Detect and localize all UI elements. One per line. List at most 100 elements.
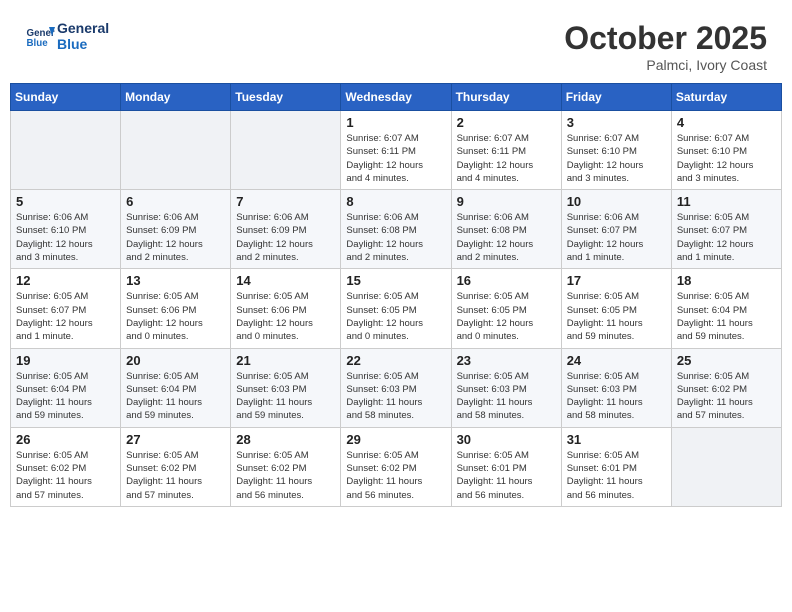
calendar-week-row: 12Sunrise: 6:05 AM Sunset: 6:07 PM Dayli… <box>11 269 782 348</box>
calendar-cell: 26 Sunrise: 6:05 AM Sunset: 6:02 PM Dayli… <box>11 427 121 506</box>
day-info: Sunrise: 6:05 AM Sunset: 6:07 PM Dayligh… <box>16 290 115 343</box>
day-number: 23 <box>457 353 556 368</box>
day-number: 13 <box>126 273 225 288</box>
day-info: Sunrise: 6:06 AM Sunset: 6:09 PM Dayligh… <box>236 211 335 264</box>
calendar-cell: 28 Sunrise: 6:05 AM Sunset: 6:02 PM Dayli… <box>231 427 341 506</box>
calendar-table: SundayMondayTuesdayWednesdayThursdayFrid… <box>10 83 782 507</box>
month-title: October 2025 <box>564 20 767 57</box>
day-number: 26 <box>16 432 115 447</box>
calendar-cell: 2 Sunrise: 6:07 AM Sunset: 6:11 PM Daylig… <box>451 111 561 190</box>
day-info: Sunrise: 6:07 AM Sunset: 6:11 PM Dayligh… <box>457 132 556 185</box>
calendar-cell: 30Sunrise: 6:05 AM Sunset: 6:01 PM Dayli… <box>451 427 561 506</box>
day-number: 31 <box>567 432 666 447</box>
calendar-cell <box>671 427 781 506</box>
day-number: 17 <box>567 273 666 288</box>
day-info: Sunrise: 6:05 AM Sunset: 6:05 PM Dayligh… <box>567 290 666 343</box>
day-info: Sunrise: 6:05 AM Sunset: 6:06 PM Dayligh… <box>126 290 225 343</box>
day-number: 8 <box>346 194 445 209</box>
day-info: Sunrise: 6:06 AM Sunset: 6:07 PM Dayligh… <box>567 211 666 264</box>
day-number: 7 <box>236 194 335 209</box>
day-info: Sunrise: 6:05 AM Sunset: 6:02 PM Dayligh… <box>346 449 445 502</box>
svg-text:Blue: Blue <box>27 38 49 49</box>
calendar-cell: 6 Sunrise: 6:06 AM Sunset: 6:09 PM Daylig… <box>121 190 231 269</box>
calendar-cell: 16Sunrise: 6:05 AM Sunset: 6:05 PM Dayli… <box>451 269 561 348</box>
calendar-week-row: 1 Sunrise: 6:07 AM Sunset: 6:11 PM Daylig… <box>11 111 782 190</box>
calendar-cell: 31 Sunrise: 6:05 AM Sunset: 6:01 PM Dayli… <box>561 427 671 506</box>
day-info: Sunrise: 6:06 AM Sunset: 6:10 PM Dayligh… <box>16 211 115 264</box>
day-info: Sunrise: 6:05 AM Sunset: 6:04 PM Dayligh… <box>16 370 115 423</box>
day-info: Sunrise: 6:05 AM Sunset: 6:07 PM Dayligh… <box>677 211 776 264</box>
weekday-header-tuesday: Tuesday <box>231 84 341 111</box>
day-info: Sunrise: 6:05 AM Sunset: 6:04 PM Dayligh… <box>126 370 225 423</box>
day-number: 28 <box>236 432 335 447</box>
day-info: Sunrise: 6:05 AM Sunset: 6:02 PM Dayligh… <box>677 370 776 423</box>
calendar-week-row: 19 Sunrise: 6:05 AM Sunset: 6:04 PM Dayli… <box>11 348 782 427</box>
day-number: 20 <box>126 353 225 368</box>
day-info: Sunrise: 6:07 AM Sunset: 6:11 PM Dayligh… <box>346 132 445 185</box>
day-info: Sunrise: 6:05 AM Sunset: 6:03 PM Dayligh… <box>457 370 556 423</box>
calendar-cell <box>11 111 121 190</box>
calendar-cell: 5 Sunrise: 6:06 AM Sunset: 6:10 PM Daylig… <box>11 190 121 269</box>
day-number: 14 <box>236 273 335 288</box>
location-title: Palmci, Ivory Coast <box>564 57 767 73</box>
calendar-cell: 1 Sunrise: 6:07 AM Sunset: 6:11 PM Daylig… <box>341 111 451 190</box>
day-number: 18 <box>677 273 776 288</box>
day-info: Sunrise: 6:06 AM Sunset: 6:08 PM Dayligh… <box>457 211 556 264</box>
day-info: Sunrise: 6:06 AM Sunset: 6:08 PM Dayligh… <box>346 211 445 264</box>
calendar-cell: 20 Sunrise: 6:05 AM Sunset: 6:04 PM Dayli… <box>121 348 231 427</box>
logo-icon: General Blue <box>25 21 55 51</box>
day-number: 11 <box>677 194 776 209</box>
calendar-cell: 17 Sunrise: 6:05 AM Sunset: 6:05 PM Dayli… <box>561 269 671 348</box>
calendar-cell: 10 Sunrise: 6:06 AM Sunset: 6:07 PM Dayli… <box>561 190 671 269</box>
page-header: General Blue General Blue October 2025 P… <box>10 10 782 78</box>
calendar-cell: 9 Sunrise: 6:06 AM Sunset: 6:08 PM Daylig… <box>451 190 561 269</box>
calendar-cell: 24 Sunrise: 6:05 AM Sunset: 6:03 PM Dayli… <box>561 348 671 427</box>
weekday-header-saturday: Saturday <box>671 84 781 111</box>
day-info: Sunrise: 6:05 AM Sunset: 6:03 PM Dayligh… <box>567 370 666 423</box>
day-info: Sunrise: 6:05 AM Sunset: 6:02 PM Dayligh… <box>16 449 115 502</box>
title-block: October 2025 Palmci, Ivory Coast <box>564 20 767 73</box>
calendar-cell <box>231 111 341 190</box>
calendar-cell: 14 Sunrise: 6:05 AM Sunset: 6:06 PM Dayli… <box>231 269 341 348</box>
day-number: 10 <box>567 194 666 209</box>
day-info: Sunrise: 6:05 AM Sunset: 6:05 PM Dayligh… <box>346 290 445 343</box>
calendar-cell: 21Sunrise: 6:05 AM Sunset: 6:03 PM Dayli… <box>231 348 341 427</box>
day-number: 1 <box>346 115 445 130</box>
day-info: Sunrise: 6:05 AM Sunset: 6:03 PM Dayligh… <box>236 370 335 423</box>
day-info: Sunrise: 6:05 AM Sunset: 6:04 PM Dayligh… <box>677 290 776 343</box>
calendar-cell: 3 Sunrise: 6:07 AM Sunset: 6:10 PM Daylig… <box>561 111 671 190</box>
day-number: 30 <box>457 432 556 447</box>
day-info: Sunrise: 6:06 AM Sunset: 6:09 PM Dayligh… <box>126 211 225 264</box>
calendar-cell: 18 Sunrise: 6:05 AM Sunset: 6:04 PM Dayli… <box>671 269 781 348</box>
weekday-header-monday: Monday <box>121 84 231 111</box>
calendar-cell: 29Sunrise: 6:05 AM Sunset: 6:02 PM Dayli… <box>341 427 451 506</box>
day-info: Sunrise: 6:07 AM Sunset: 6:10 PM Dayligh… <box>567 132 666 185</box>
day-number: 24 <box>567 353 666 368</box>
day-info: Sunrise: 6:05 AM Sunset: 6:01 PM Dayligh… <box>567 449 666 502</box>
calendar-cell: 22Sunrise: 6:05 AM Sunset: 6:03 PM Dayli… <box>341 348 451 427</box>
calendar-cell: 19 Sunrise: 6:05 AM Sunset: 6:04 PM Dayli… <box>11 348 121 427</box>
weekday-header-row: SundayMondayTuesdayWednesdayThursdayFrid… <box>11 84 782 111</box>
day-number: 3 <box>567 115 666 130</box>
day-number: 5 <box>16 194 115 209</box>
day-info: Sunrise: 6:05 AM Sunset: 6:06 PM Dayligh… <box>236 290 335 343</box>
day-number: 19 <box>16 353 115 368</box>
calendar-cell: 25Sunrise: 6:05 AM Sunset: 6:02 PM Dayli… <box>671 348 781 427</box>
day-info: Sunrise: 6:05 AM Sunset: 6:02 PM Dayligh… <box>236 449 335 502</box>
day-number: 4 <box>677 115 776 130</box>
day-number: 2 <box>457 115 556 130</box>
day-number: 9 <box>457 194 556 209</box>
calendar-cell: 12Sunrise: 6:05 AM Sunset: 6:07 PM Dayli… <box>11 269 121 348</box>
calendar-cell: 7 Sunrise: 6:06 AM Sunset: 6:09 PM Daylig… <box>231 190 341 269</box>
calendar-cell <box>121 111 231 190</box>
day-info: Sunrise: 6:05 AM Sunset: 6:03 PM Dayligh… <box>346 370 445 423</box>
logo-blue: Blue <box>57 36 109 52</box>
day-number: 16 <box>457 273 556 288</box>
weekday-header-wednesday: Wednesday <box>341 84 451 111</box>
day-number: 15 <box>346 273 445 288</box>
calendar-week-row: 26 Sunrise: 6:05 AM Sunset: 6:02 PM Dayli… <box>11 427 782 506</box>
day-number: 6 <box>126 194 225 209</box>
calendar-cell: 11 Sunrise: 6:05 AM Sunset: 6:07 PM Dayli… <box>671 190 781 269</box>
day-number: 27 <box>126 432 225 447</box>
calendar-cell: 23 Sunrise: 6:05 AM Sunset: 6:03 PM Dayli… <box>451 348 561 427</box>
